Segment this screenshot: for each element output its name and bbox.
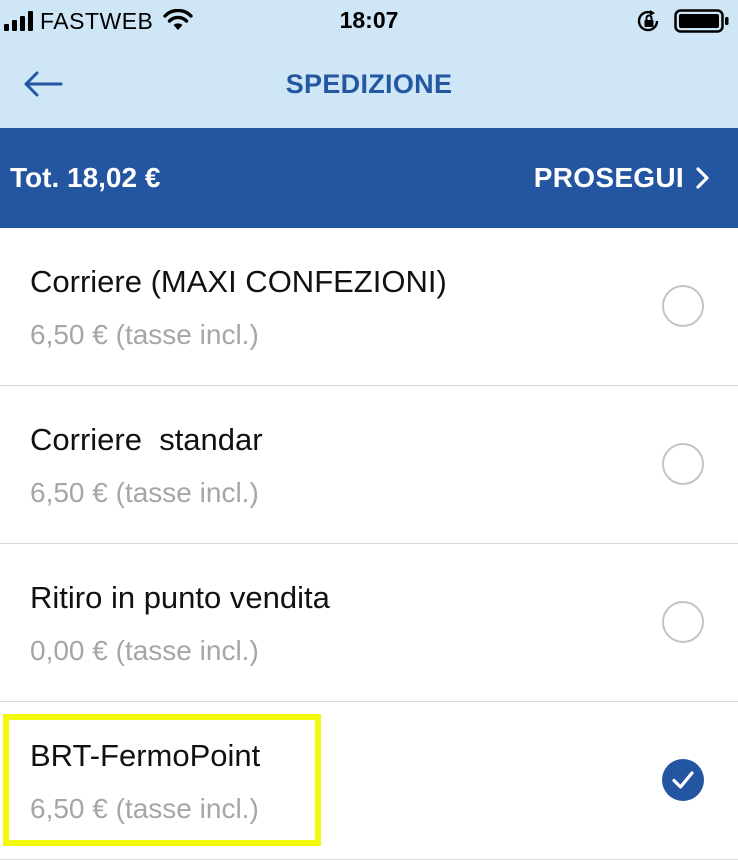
radio-button[interactable] <box>662 601 704 643</box>
order-summary-bar: Tot. 18,02 € PROSEGUI <box>0 128 738 228</box>
status-bar: FASTWEB 18:07 <box>0 0 738 42</box>
option-price: 0,00 € (tasse incl.) <box>30 635 259 666</box>
shipping-option-corriere-standard[interactable]: Corriere standar 6,50 € (tasse incl.) <box>0 386 738 544</box>
radio-button-selected[interactable] <box>662 759 704 801</box>
continue-button[interactable]: PROSEGUI <box>534 158 710 198</box>
option-name: Ritiro in punto vendita <box>30 580 330 615</box>
chevron-right-icon <box>696 167 709 189</box>
option-name: Corriere (MAXI CONFEZIONI) <box>30 264 447 299</box>
option-price: 6,50 € (tasse incl.) <box>30 319 259 350</box>
option-name: Corriere standar <box>30 422 263 457</box>
shipping-option-ritiro-punto-vendita[interactable]: Ritiro in punto vendita 0,00 € (tasse in… <box>0 544 738 702</box>
navigation-bar: SPEDIZIONE <box>0 42 738 128</box>
clock: 18:07 <box>339 7 399 33</box>
page-title: SPEDIZIONE <box>285 69 453 99</box>
orientation-lock-icon <box>637 10 659 32</box>
radio-button[interactable] <box>662 443 704 485</box>
radio-button[interactable] <box>662 285 704 327</box>
continue-label: PROSEGUI <box>533 162 684 193</box>
checkmark-icon <box>672 771 694 789</box>
order-total: Tot. 18,02 € <box>10 162 161 193</box>
top-header: FASTWEB 18:07 SPEDIZIONE <box>0 0 738 128</box>
option-price: 6,50 € (tasse incl.) <box>30 793 259 824</box>
battery-icon <box>674 9 729 33</box>
shipping-option-corriere-maxi[interactable]: Corriere (MAXI CONFEZIONI) 6,50 € (tasse… <box>0 228 738 386</box>
shipping-option-brt-fermopoint[interactable]: BRT-FermoPoint 6,50 € (tasse incl.) <box>0 702 738 860</box>
option-price: 6,50 € (tasse incl.) <box>30 477 259 508</box>
option-name: BRT-FermoPoint <box>30 738 261 773</box>
shipping-options-list: Corriere (MAXI CONFEZIONI) 6,50 € (tasse… <box>0 228 738 860</box>
